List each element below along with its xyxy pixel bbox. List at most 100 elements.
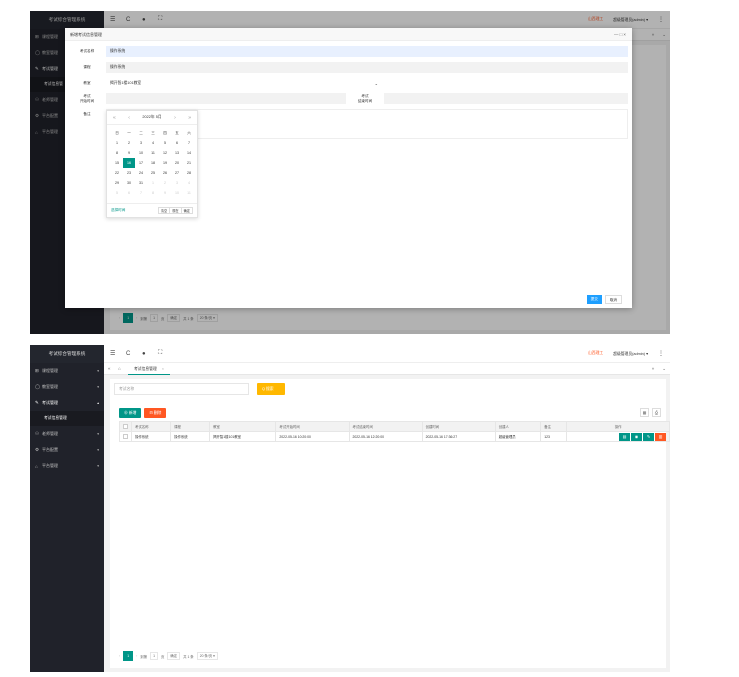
next-year-icon[interactable]: » — [188, 115, 191, 121]
prev-year-icon[interactable]: « — [113, 115, 116, 121]
modal-window-controls[interactable]: — □ × — [614, 28, 626, 40]
col-start-time[interactable]: 考试开始时间 — [275, 421, 350, 432]
col-note[interactable]: 备注 — [540, 421, 568, 432]
date-cell[interactable]: 10 — [135, 148, 147, 158]
page-current[interactable]: 1 — [123, 651, 134, 661]
date-cell[interactable]: 23 — [123, 168, 135, 178]
date-cell[interactable]: 16 — [123, 158, 135, 168]
select-time-link[interactable]: 选择时间 — [111, 208, 125, 213]
delete-button[interactable]: ⊟ 删除 — [144, 408, 167, 418]
date-cell[interactable]: 4 — [147, 138, 159, 148]
fullscreen-icon[interactable]: ⛶ — [158, 350, 174, 357]
menu-toggle-icon[interactable]: ☰ — [110, 350, 126, 357]
more-vertical-icon[interactable]: ⋮ — [658, 350, 664, 357]
next-page-icon[interactable]: › — [136, 654, 137, 658]
sidebar-item-exam-info[interactable]: 考试信息管理 — [30, 411, 104, 426]
edit-icon[interactable]: ✎ — [643, 432, 654, 441]
detail-icon[interactable]: ◉ — [631, 432, 642, 441]
date-cell[interactable]: 11 — [183, 188, 195, 198]
prev-month-icon[interactable]: ‹ — [128, 115, 130, 121]
sidebar-item-config[interactable]: ⚙平台配置▾ — [30, 442, 104, 458]
user-menu[interactable]: 超级管理员(admin) ▾ — [613, 351, 648, 357]
exam-name-input[interactable]: 操作系统 — [106, 46, 628, 57]
view-icon[interactable]: ▤ — [619, 432, 630, 441]
date-cell[interactable]: 26 — [159, 168, 171, 178]
search-button[interactable]: Q 搜索 — [257, 383, 285, 395]
tab-exam-info[interactable]: 考试信息管理 × — [128, 363, 170, 375]
date-cell[interactable]: 1 — [111, 138, 123, 148]
col-course[interactable]: 课程 — [170, 421, 211, 432]
date-cell[interactable]: 12 — [159, 148, 171, 158]
col-created-time[interactable]: 创建时间 — [421, 421, 496, 432]
date-cell[interactable]: 15 — [111, 158, 123, 168]
cancel-button[interactable]: 取消 — [604, 295, 622, 304]
classroom-select[interactable]: 揭开智1楼101教室 ⌄ — [106, 78, 382, 89]
print-icon[interactable]: ⎙ — [652, 408, 661, 417]
date-cell[interactable]: 29 — [111, 178, 123, 188]
date-cell[interactable]: 18 — [147, 158, 159, 168]
header-org-link[interactable]: 山西理工 — [588, 351, 603, 356]
date-cell[interactable]: 5 — [111, 188, 123, 198]
date-cell[interactable]: 6 — [123, 188, 135, 198]
date-cell[interactable]: 24 — [135, 168, 147, 178]
date-cell[interactable]: 2 — [159, 178, 171, 188]
date-cell[interactable]: 6 — [171, 138, 183, 148]
date-cell[interactable]: 25 — [147, 168, 159, 178]
refresh-icon[interactable]: C — [126, 351, 142, 357]
page-size-select[interactable]: 20 条/页 ▾ — [196, 652, 218, 660]
goto-page-input[interactable]: 1 — [150, 652, 158, 660]
date-cell[interactable]: 2 — [123, 138, 135, 148]
sidebar-item-exam[interactable]: ✎考试管理▴ — [30, 395, 104, 411]
exam-name-search-input[interactable]: 考试名称 — [114, 383, 249, 395]
course-input[interactable]: 操作系统 — [106, 62, 628, 73]
date-cell[interactable]: 7 — [183, 138, 195, 148]
delete-row-icon[interactable]: ▥ — [655, 432, 666, 441]
date-picker-title[interactable]: 2022年 5月 — [142, 115, 161, 120]
date-cell[interactable]: 27 — [171, 168, 183, 178]
date-cell[interactable]: 22 — [111, 168, 123, 178]
home-tab-icon[interactable]: ⌂ — [118, 366, 128, 371]
close-icon[interactable]: × — [162, 367, 164, 371]
date-cell[interactable]: 28 — [183, 168, 195, 178]
columns-icon[interactable]: ▦ — [640, 408, 649, 417]
date-cell[interactable]: 17 — [135, 158, 147, 168]
date-cell[interactable]: 4 — [183, 178, 195, 188]
sidebar-item-teacher[interactable]: ⚇老师管理▾ — [30, 426, 104, 442]
date-cell[interactable]: 11 — [147, 148, 159, 158]
tabs-forward-icon[interactable]: » — [652, 366, 655, 372]
date-cell[interactable]: 8 — [111, 148, 123, 158]
date-cell[interactable]: 14 — [183, 148, 195, 158]
select-all-checkbox[interactable] — [119, 421, 132, 432]
prev-page-icon[interactable]: ‹ — [119, 654, 120, 658]
col-end-time[interactable]: 考试结束时间 — [348, 421, 423, 432]
date-cell[interactable]: 31 — [135, 178, 147, 188]
date-cell[interactable]: 19 — [159, 158, 171, 168]
goto-confirm-button[interactable]: 确定 — [167, 652, 181, 660]
info-icon[interactable]: ● — [142, 351, 158, 357]
sidebar-item-platform[interactable]: ⌂平台管理▾ — [30, 458, 104, 474]
date-cell[interactable]: 10 — [171, 188, 183, 198]
sidebar-item-classroom[interactable]: ◯教室管理▾ — [30, 379, 104, 395]
next-month-icon[interactable]: › — [174, 115, 176, 121]
date-cell[interactable]: 3 — [135, 138, 147, 148]
date-cell[interactable]: 9 — [159, 188, 171, 198]
date-cell[interactable]: 3 — [171, 178, 183, 188]
col-creator[interactable]: 创建人 — [494, 421, 542, 432]
col-exam-name[interactable]: 考试名称 — [130, 421, 172, 432]
date-cell[interactable]: 20 — [171, 158, 183, 168]
row-checkbox[interactable] — [119, 431, 132, 442]
date-cell[interactable]: 7 — [135, 188, 147, 198]
date-cell[interactable]: 5 — [159, 138, 171, 148]
sidebar-item-course[interactable]: ⊞课程管理▾ — [30, 363, 104, 379]
date-cell[interactable]: 1 — [147, 178, 159, 188]
tabs-back-icon[interactable]: « — [108, 366, 118, 371]
add-button[interactable]: ⊕ 新增 — [119, 408, 142, 418]
date-cell[interactable]: 9 — [123, 148, 135, 158]
date-confirm-button[interactable]: 确定 — [180, 207, 193, 214]
date-cell[interactable]: 13 — [171, 148, 183, 158]
start-time-input[interactable] — [106, 93, 346, 104]
date-cell[interactable]: 21 — [183, 158, 195, 168]
date-cell[interactable]: 8 — [147, 188, 159, 198]
submit-button[interactable]: 提交 — [586, 295, 602, 304]
col-classroom[interactable]: 教室 — [209, 421, 277, 432]
